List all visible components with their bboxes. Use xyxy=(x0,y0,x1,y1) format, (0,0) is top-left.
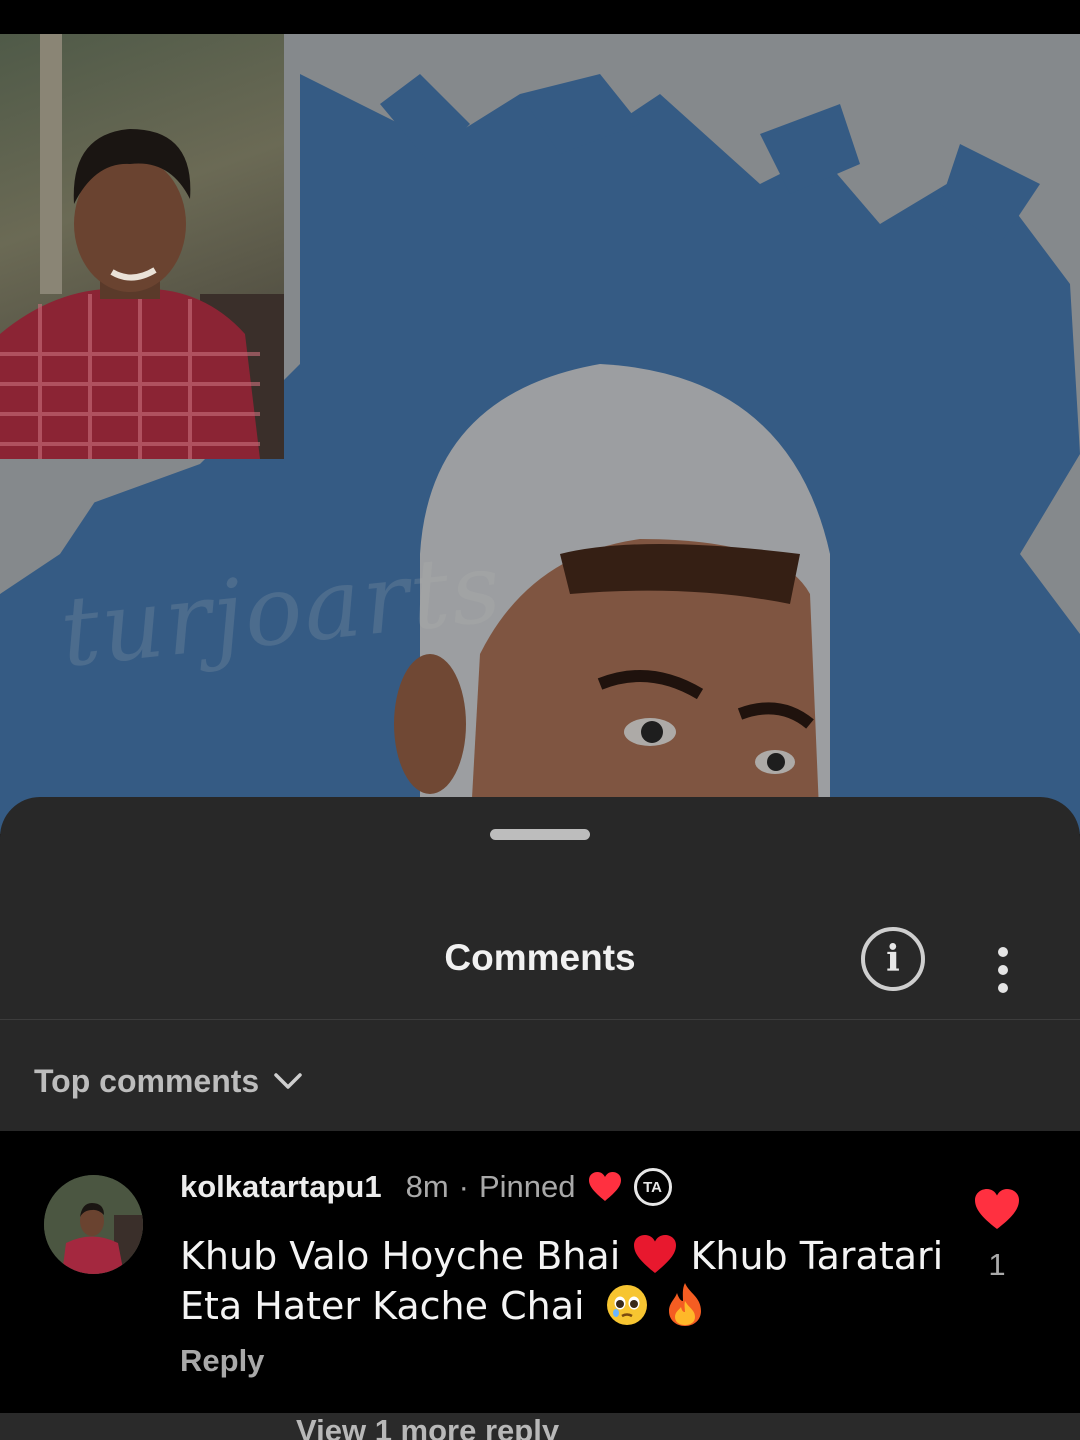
reference-photo-inset xyxy=(0,34,284,459)
video-player[interactable]: turjoarts xyxy=(0,34,1080,834)
like-button[interactable]: 1 xyxy=(972,1187,1022,1283)
like-count: 1 xyxy=(988,1247,1006,1282)
creator-badge-icon: TA xyxy=(633,1168,672,1206)
screen: turjoarts Comments i Top comments kolkat… xyxy=(0,0,1080,1440)
avatar[interactable] xyxy=(44,1175,143,1274)
heart-icon xyxy=(975,1189,1019,1229)
reply-button[interactable]: Reply xyxy=(180,1343,264,1379)
comment-time: 8m xyxy=(405,1169,449,1204)
pleading-face-emoji-icon xyxy=(606,1285,647,1325)
sort-label: Top comments xyxy=(34,1062,260,1099)
creator-heart-icon xyxy=(588,1172,621,1201)
chevron-down-icon xyxy=(274,1073,302,1089)
comment-meta: kolkatartapu1 8m · Pinned TA xyxy=(180,1167,672,1207)
comment-text: Khub Valo Hoyche Bhai Khub Taratari Eta … xyxy=(180,1231,960,1331)
sort-dropdown[interactable]: Top comments xyxy=(34,1059,303,1103)
meta-separator: · xyxy=(458,1169,469,1204)
dot xyxy=(998,965,1008,975)
pinned-label: Pinned xyxy=(478,1169,576,1204)
header-divider xyxy=(0,1019,1080,1020)
more-options-icon[interactable] xyxy=(985,947,1021,993)
comment-username[interactable]: kolkatartapu1 xyxy=(180,1169,382,1205)
person-photo xyxy=(0,34,284,459)
dot xyxy=(998,983,1008,993)
red-heart-emoji-icon xyxy=(634,1235,677,1273)
sheet-header: Comments i xyxy=(0,907,1080,1017)
comment-text-part1: Khub Valo Hoyche Bhai xyxy=(180,1234,621,1278)
avatar-image xyxy=(44,1175,143,1274)
fire-emoji-icon xyxy=(668,1283,701,1326)
drag-handle[interactable] xyxy=(490,829,590,840)
dot xyxy=(998,947,1008,957)
info-icon[interactable]: i xyxy=(861,927,925,991)
view-replies-label: View 1 more reply xyxy=(296,1413,560,1440)
view-replies-row[interactable]: View 1 more reply xyxy=(0,1413,1080,1440)
comment-item: kolkatartapu1 8m · Pinned TA Khub Valo H… xyxy=(0,1131,1080,1413)
comments-sheet: Comments i Top comments kolkatartapu1 8m… xyxy=(0,797,1080,1440)
